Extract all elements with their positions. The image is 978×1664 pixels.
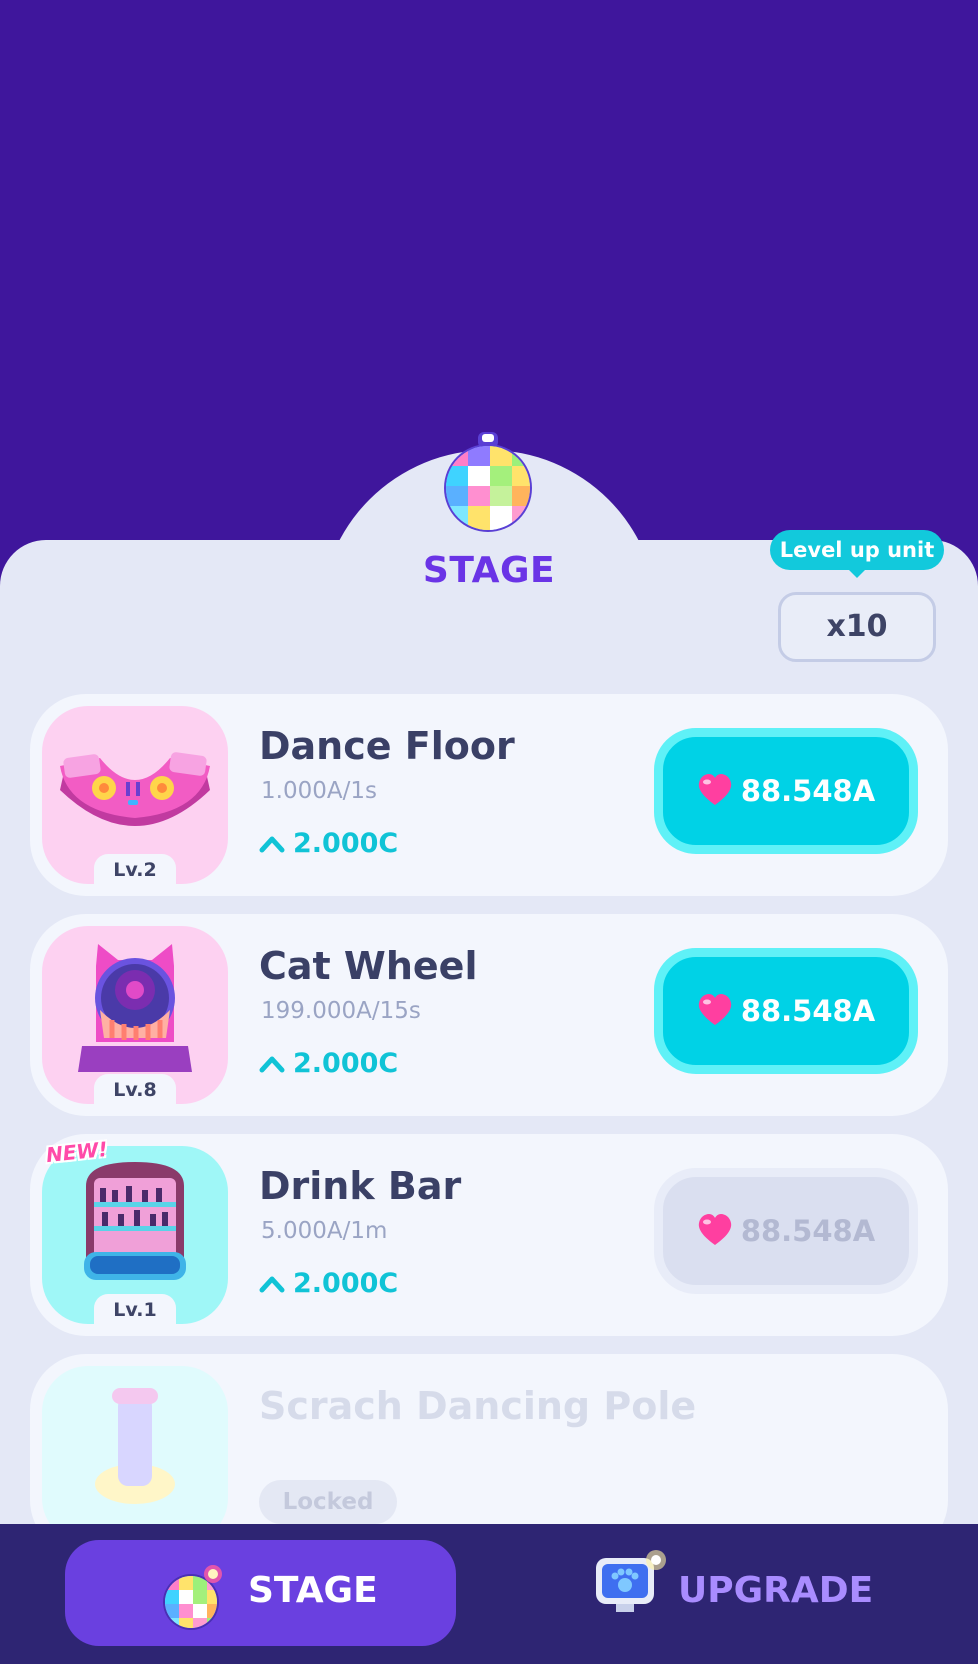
level-label: Lv.2	[94, 854, 176, 884]
list-item-dance-floor: Lv.2 Dance Floor 1.000A/1s 2.000C 88.548…	[30, 694, 948, 896]
tab-stage-label: STAGE	[248, 1570, 378, 1611]
level-label: Lv.1	[94, 1294, 176, 1324]
locked-badge: Locked	[259, 1480, 397, 1524]
heart-icon	[698, 994, 731, 1025]
item-gain: 2.000C	[259, 1048, 398, 1079]
item-name: Scrach Dancing Pole	[259, 1384, 697, 1428]
item-name: Dance Floor	[259, 724, 515, 768]
item-rate: 199.000A/15s	[261, 998, 421, 1024]
item-gain: 2.000C	[259, 828, 398, 859]
item-rate: 5.000A/1m	[261, 1218, 388, 1244]
disco-ball-icon	[444, 432, 532, 532]
bottom-nav: STAGE UPGRADE	[0, 1524, 978, 1664]
monitor-paw-icon	[596, 1550, 666, 1612]
list-item-cat-wheel: Lv.8 Cat Wheel 199.000A/15s 2.000C 88.54…	[30, 914, 948, 1116]
buy-button[interactable]: 88.548A	[654, 728, 918, 854]
item-name: Drink Bar	[259, 1164, 462, 1208]
list-item-drink-bar: Lv.1 NEW! Drink Bar 5.000A/1m 2.000C 88.…	[30, 1134, 948, 1336]
disco-ball-icon	[163, 1565, 222, 1630]
item-thumbnail: Lv.8	[42, 926, 228, 1104]
item-name: Cat Wheel	[259, 944, 478, 988]
item-thumbnail: Lv.1	[42, 1146, 228, 1324]
item-gain: 2.000C	[259, 1268, 398, 1299]
buy-button[interactable]: 88.548A	[654, 948, 918, 1074]
heart-icon	[698, 774, 731, 805]
dancing-pole-icon	[95, 1388, 175, 1504]
level-up-tooltip: Level up unit	[770, 530, 944, 578]
level-label: Lv.8	[94, 1074, 176, 1104]
heart-icon	[698, 1214, 731, 1245]
item-thumbnail	[42, 1366, 228, 1544]
item-thumbnail: Lv.2	[42, 706, 228, 884]
chevron-up-icon	[259, 1276, 285, 1293]
tab-upgrade-label: UPGRADE	[678, 1570, 874, 1611]
tab-stage[interactable]: STAGE	[65, 1540, 456, 1646]
level-up-unit-button[interactable]: x10	[778, 592, 936, 662]
buy-button[interactable]: 88.548A	[654, 1168, 918, 1294]
item-rate: 1.000A/1s	[261, 778, 377, 804]
chevron-up-icon	[259, 1056, 285, 1073]
chevron-up-icon	[259, 836, 285, 853]
